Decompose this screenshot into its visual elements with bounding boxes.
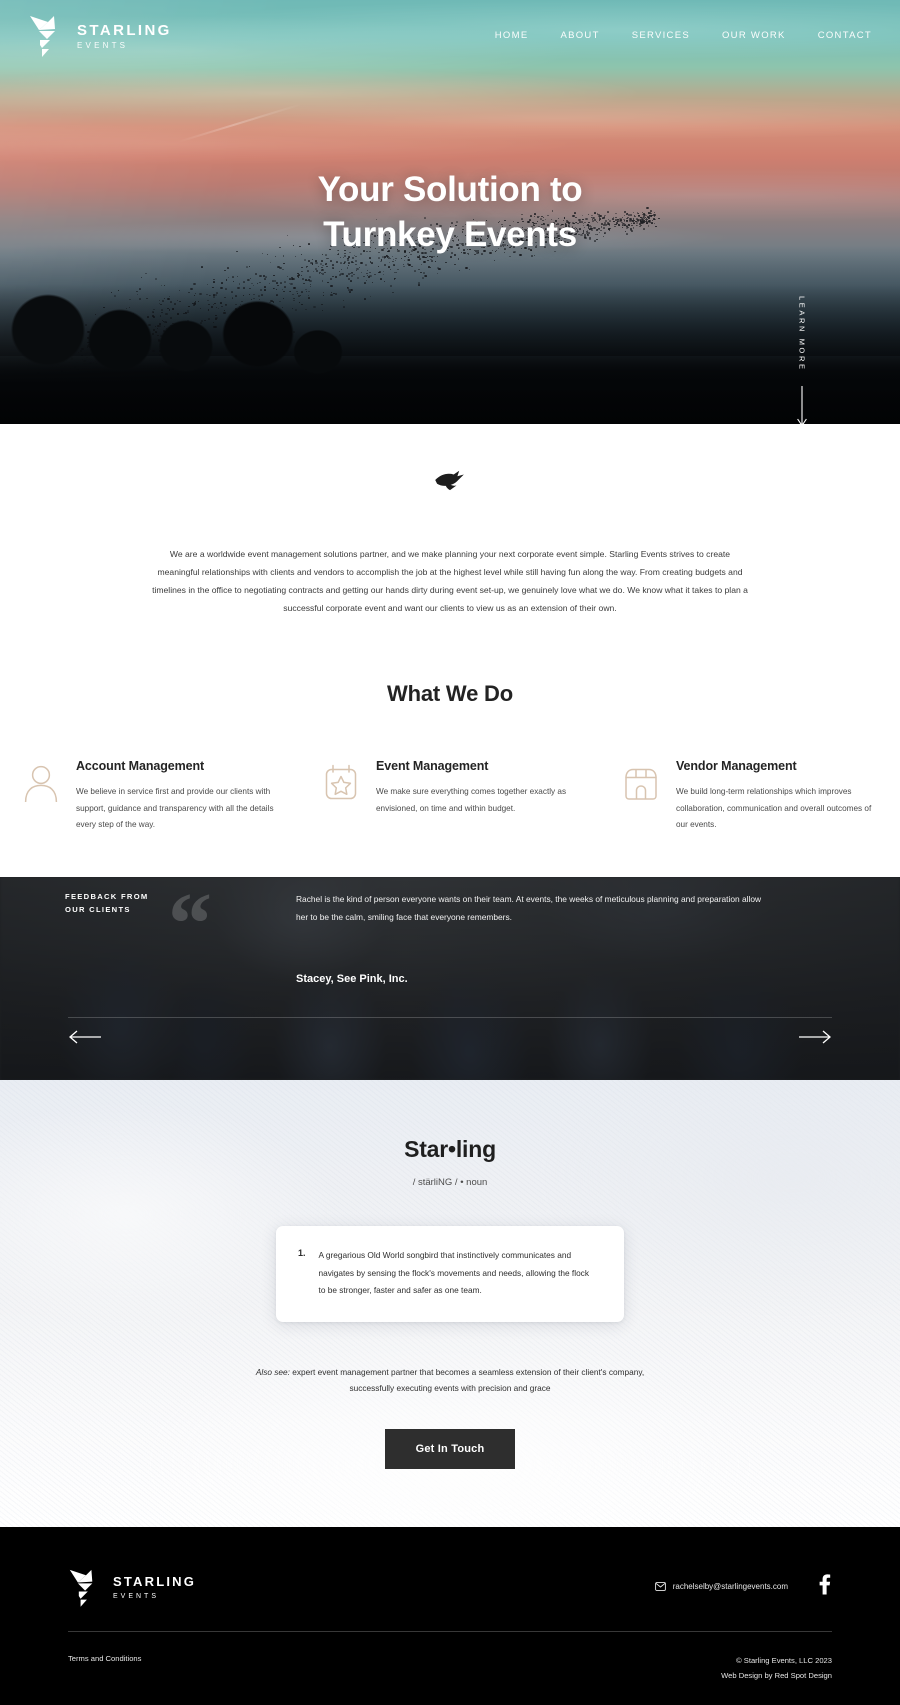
service-card-event-management: Event Management We make sure everything… [300, 759, 600, 833]
arrow-down-icon [797, 385, 807, 424]
site-logo[interactable]: STARLING EVENTS [28, 12, 172, 58]
hero-headline-line-2: Turnkey Events [323, 214, 577, 254]
site-header: STARLING EVENTS HOME ABOUT SERVICES OUR … [0, 0, 900, 70]
definition-entry-number: 1. [298, 1248, 306, 1259]
footer-logo-subtitle: EVENTS [113, 1592, 160, 1600]
definition-section: Star•ling / stärliNG / • noun 1. A grega… [0, 1080, 900, 1527]
nav-item-our-work[interactable]: OUR WORK [722, 30, 786, 41]
testimonial-next-button[interactable] [798, 1029, 832, 1050]
facebook-icon [819, 1574, 831, 1595]
calendar-star-icon [325, 764, 357, 800]
testimonial-author: Stacey, See Pink, Inc. [296, 973, 408, 986]
service-card-text: We believe in service first and provide … [76, 787, 274, 829]
hero-headline: Your Solution to Turnkey Events [0, 168, 900, 258]
testimonial-prev-button[interactable] [68, 1029, 102, 1050]
testimonial-label-line-2: OUR CLIENTS [65, 905, 131, 915]
arrow-left-icon [69, 1030, 101, 1044]
also-see-paragraph: Also see: expert event management partne… [235, 1364, 665, 1397]
service-card-vendor-management: Vendor Management We build long-term rel… [600, 759, 900, 833]
get-in-touch-button[interactable]: Get In Touch [385, 1428, 515, 1469]
service-card-heading: Account Management [76, 759, 205, 774]
what-we-do-title: What We Do [387, 681, 513, 707]
service-card-heading: Vendor Management [676, 759, 797, 774]
footer-credit: Web Design by Red Spot Design [721, 1670, 832, 1680]
also-see-text: expert event management partner that bec… [289, 1366, 645, 1394]
nav-item-about[interactable]: ABOUT [560, 30, 599, 41]
intro-section: We are a worldwide event management solu… [0, 424, 900, 652]
footer-email[interactable]: rachelselby@starlingevents.com [654, 1582, 788, 1592]
origami-bird-logo-icon [30, 16, 55, 57]
logo-subtitle: EVENTS [77, 40, 129, 50]
what-we-do-section: What We Do Account Management We believe… [0, 651, 900, 878]
service-card-list: Account Management We believe in service… [0, 759, 900, 833]
footer-facebook-link[interactable] [816, 1573, 832, 1600]
service-card-text: We build long-term relationships which i… [676, 787, 872, 829]
site-footer: STARLING EVENTS rachelselby@starlingeven… [0, 1526, 900, 1705]
testimonial-label: FEEDBACK FROM OUR CLIENTS [65, 891, 149, 917]
arrow-right-icon [799, 1030, 831, 1044]
hero-section: STARLING EVENTS HOME ABOUT SERVICES OUR … [0, 0, 900, 424]
footer-logo-wordmark: STARLING [113, 1573, 197, 1589]
nav-item-contact[interactable]: CONTACT [818, 30, 872, 41]
also-see-label: Also see: [255, 1366, 290, 1377]
learn-more-label: LEARN MORE [797, 296, 807, 372]
storefront-icon [625, 768, 657, 800]
footer-copyright: © Starling Events, LLC 2023 [736, 1655, 832, 1665]
definition-card: 1. A gregarious Old World songbird that … [276, 1226, 624, 1322]
footer-email-link[interactable]: rachelselby@starlingevents.com [673, 1582, 788, 1591]
nav-item-home[interactable]: HOME [495, 30, 529, 41]
testimonial-quote: Rachel is the kind of person everyone wa… [296, 894, 762, 923]
definition-pronunciation: / stärliNG / • noun [412, 1177, 488, 1189]
service-card-icon [622, 759, 662, 833]
origami-bird-logo-icon [69, 1569, 93, 1607]
terms-and-conditions-link[interactable]: Terms and Conditions [68, 1654, 141, 1663]
person-icon [24, 766, 58, 803]
definition-entry-text: A gregarious Old World songbird that ins… [318, 1250, 589, 1296]
definition-word: Star•ling [404, 1136, 496, 1163]
envelope-icon [654, 1582, 666, 1592]
logo-wordmark: STARLING [77, 21, 172, 39]
intro-paragraph: We are a worldwide event management solu… [152, 549, 748, 614]
service-card-heading: Event Management [376, 759, 489, 774]
learn-more-link[interactable]: LEARN MORE [796, 296, 808, 424]
service-card-text: We make sure everything comes together e… [376, 787, 567, 813]
service-card-icon [322, 759, 362, 833]
main-navigation: HOME ABOUT SERVICES OUR WORK CONTACT [495, 30, 872, 41]
testimonial-divider [68, 1017, 832, 1019]
footer-logo[interactable]: STARLING EVENTS [68, 1566, 196, 1608]
bird-accent-icon [435, 470, 464, 491]
quote-mark-icon: “ [168, 877, 212, 974]
service-card-icon [22, 759, 62, 833]
tree-silhouettes [0, 284, 900, 424]
hero-headline-line-1: Your Solution to [317, 170, 583, 209]
testimonial-label-line-1: FEEDBACK FROM [65, 892, 149, 902]
testimonial-section: FEEDBACK FROM OUR CLIENTS “ Rachel is th… [0, 877, 900, 1081]
service-card-account-management: Account Management We believe in service… [0, 759, 300, 833]
landing-page: STARLING EVENTS HOME ABOUT SERVICES OUR … [0, 0, 900, 1705]
nav-item-services[interactable]: SERVICES [632, 30, 690, 41]
